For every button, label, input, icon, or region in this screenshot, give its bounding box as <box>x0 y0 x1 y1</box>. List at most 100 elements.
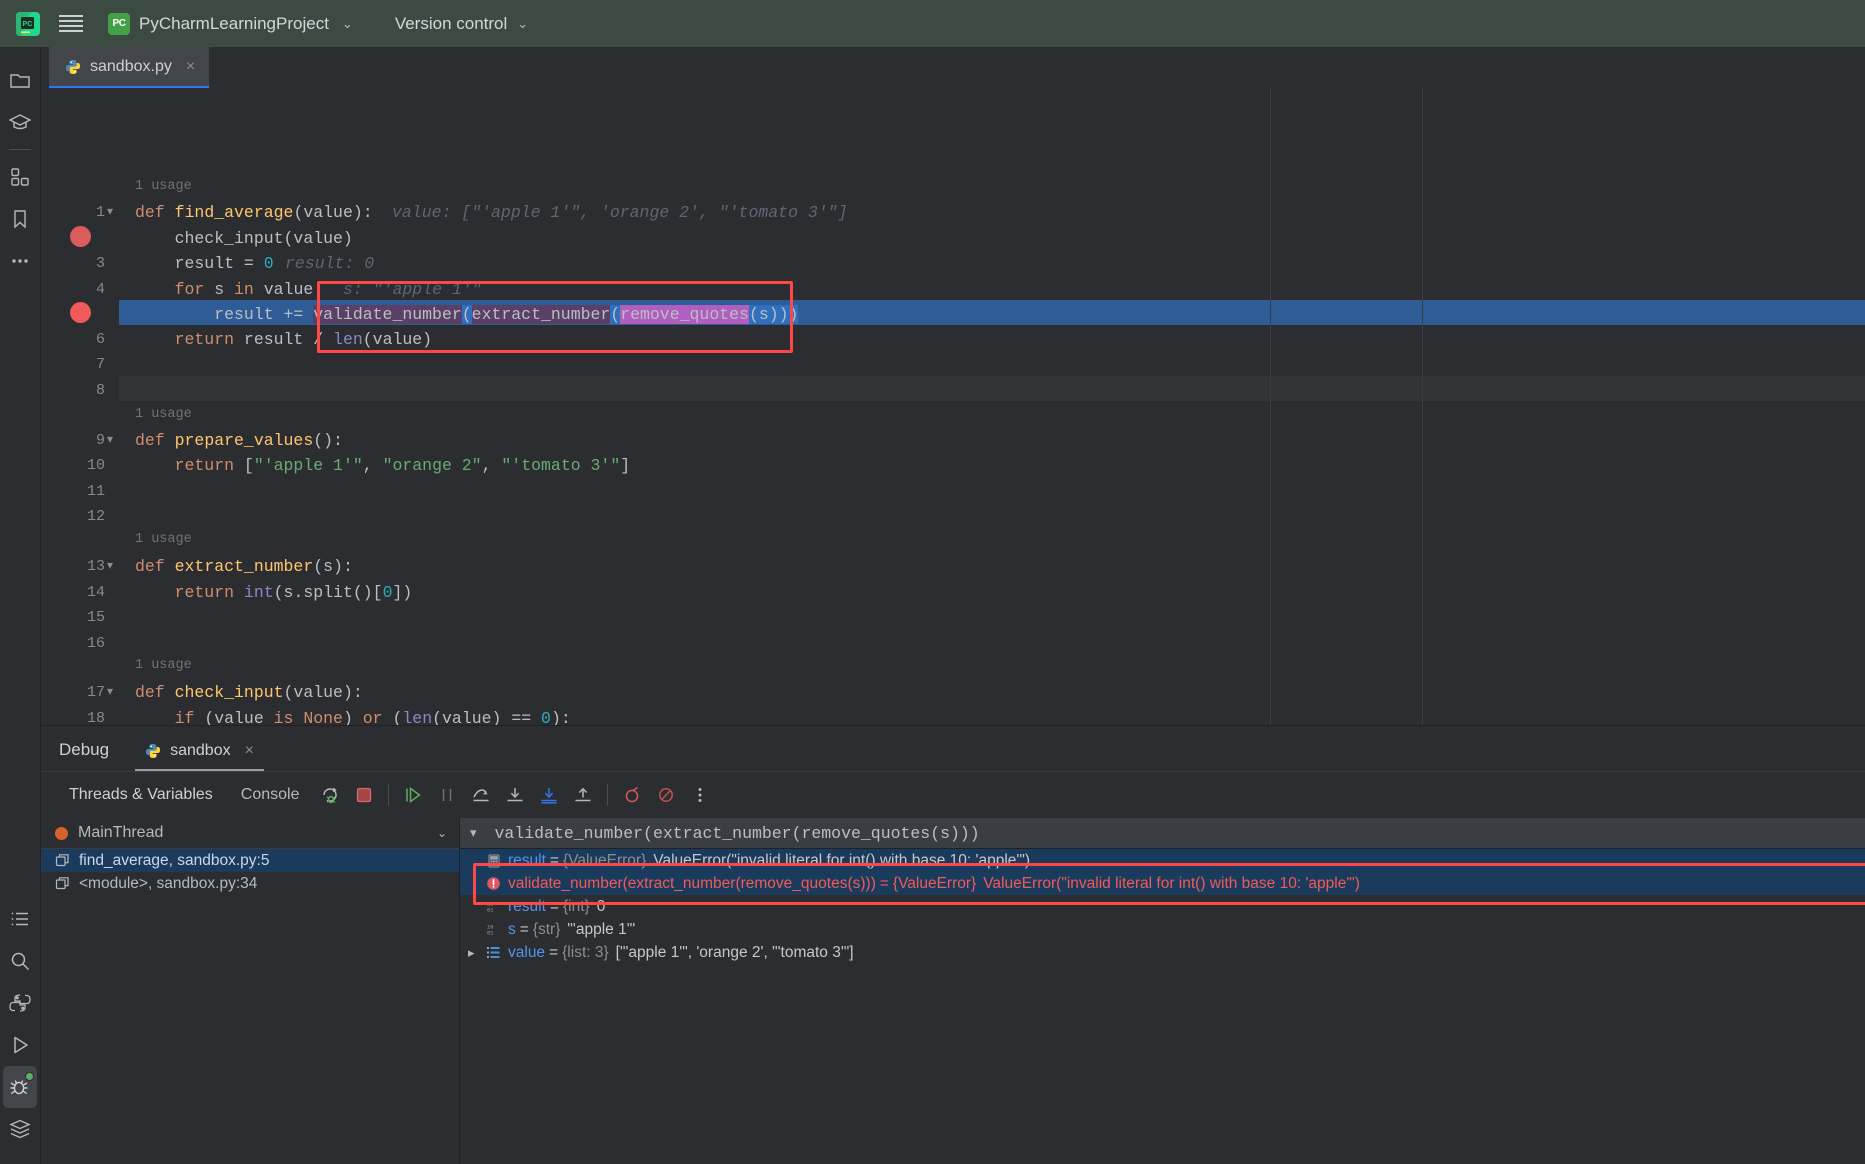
thread-selector[interactable]: MainThread ⌄ <box>41 818 459 849</box>
code-line-5: result += validate_number(extract_number… <box>135 305 799 324</box>
variable-row-evaluated-expression[interactable]: validate_number(extract_number(remove_qu… <box>460 872 1865 895</box>
frame-item-module[interactable]: <module>, sandbox.py:34 <box>41 872 459 895</box>
project-selector[interactable]: PC PyCharmLearningProject ⌄ <box>98 9 363 39</box>
usage-hint[interactable]: 1 usage <box>135 531 192 549</box>
more-options-button[interactable] <box>683 778 717 812</box>
line-number: 1 <box>95 204 105 221</box>
editor-tab-sandbox[interactable]: sandbox.py × <box>49 47 210 88</box>
line-number: 11 <box>86 483 105 500</box>
line-number: 18 <box>86 710 105 725</box>
hamburger-menu-icon[interactable] <box>48 0 94 47</box>
version-control-label: Version control <box>394 13 508 33</box>
stack-frame-icon <box>55 854 69 867</box>
svg-text:01: 01 <box>487 931 493 937</box>
tab-threads-and-variables[interactable]: Threads & Variables <box>55 780 227 810</box>
step-over-button[interactable] <box>464 778 498 812</box>
debug-content: MainThread ⌄ find_average, sandbox.py:5 <box>41 818 1865 1164</box>
fold-arrow-icon[interactable]: ▾ <box>107 680 113 705</box>
close-icon[interactable]: × <box>245 742 254 760</box>
bookmarks-tool-icon[interactable] <box>3 198 37 240</box>
python-file-icon <box>66 59 80 74</box>
view-breakpoints-button[interactable] <box>615 778 649 812</box>
variable-name: s <box>508 920 516 938</box>
stop-button[interactable] <box>347 778 381 812</box>
project-name: PyCharmLearningProject <box>139 13 329 33</box>
code-line-3: result = 0 <box>135 254 274 273</box>
more-tool-icon[interactable] <box>3 240 37 282</box>
variable-value: ValueError("invalid literal for int() wi… <box>983 874 1360 892</box>
inlay-hint-result: result: 0 <box>285 254 375 273</box>
title-bar: PC PC PyCharmLearningProject ⌄ Version c… <box>0 0 1865 47</box>
line-number: 16 <box>86 635 105 652</box>
debug-tool-icon[interactable] <box>3 1066 37 1108</box>
editor-right-margin-line <box>1270 88 1271 725</box>
variable-row-s[interactable]: 10 01 s = {str} "'apple 1'" <box>460 918 1865 941</box>
error-icon <box>486 876 501 891</box>
learn-tool-icon[interactable] <box>3 101 37 143</box>
search-tool-icon[interactable] <box>3 940 37 982</box>
step-into-button[interactable] <box>498 778 532 812</box>
editor-tab-label: sandbox.py <box>90 57 172 75</box>
variable-row-result[interactable]: 10 01 result = {int} 0 <box>460 895 1865 918</box>
expand-arrow-icon[interactable]: ▸ <box>468 945 475 961</box>
mute-breakpoints-button[interactable] <box>649 778 683 812</box>
chevron-down-icon[interactable]: ▾ <box>470 826 477 841</box>
binary-icon: 10 01 <box>486 922 501 937</box>
code-line-1: def find_average(value): <box>135 203 373 222</box>
rerun-debug-button[interactable] <box>313 778 347 812</box>
fold-arrow-icon[interactable]: ▾ <box>107 428 113 453</box>
debug-session-tab[interactable]: sandbox × <box>135 742 264 771</box>
close-icon[interactable]: × <box>186 58 195 76</box>
fold-arrow-icon[interactable]: ▾ <box>107 200 113 225</box>
binary-icon: 10 01 <box>486 899 501 914</box>
usage-hint[interactable]: 1 usage <box>135 657 192 675</box>
fold-arrow-icon[interactable]: ▾ <box>107 554 113 579</box>
code-text-area[interactable]: 1 usage 1 usage 1 usage 1 usage def find… <box>119 88 1865 725</box>
tab-console[interactable]: Console <box>227 780 314 810</box>
variable-type: {ValueError} <box>892 874 977 892</box>
structure-tool-icon[interactable] <box>3 156 37 198</box>
frame-item-find-average[interactable]: find_average, sandbox.py:5 <box>41 849 459 872</box>
force-step-into-button[interactable] <box>532 778 566 812</box>
equals-sign: = <box>879 874 889 892</box>
frame-label: find_average, sandbox.py:5 <box>79 851 270 869</box>
chevron-down-icon: ⌄ <box>341 15 353 31</box>
stack-frame-icon <box>55 877 69 890</box>
variable-row-value[interactable]: ▸ value = {list: 3} ["'apple 1'", 'orang… <box>460 941 1865 964</box>
left-tool-rail <box>0 47 41 1164</box>
chevron-down-icon[interactable]: ⌄ <box>437 826 447 840</box>
run-tool-icon[interactable] <box>3 1024 37 1066</box>
variables-panel[interactable]: ▾ validate_number(extract_number(remove_… <box>460 818 1865 1164</box>
project-badge: PC <box>108 12 130 35</box>
pause-program-button[interactable] <box>430 778 464 812</box>
caret-line-highlight <box>119 376 1865 402</box>
project-tool-icon[interactable] <box>3 59 37 101</box>
list-icon <box>486 945 501 960</box>
debug-header: Debug sandbox × <box>41 726 1865 772</box>
todo-tool-icon[interactable] <box>3 898 37 940</box>
variable-row-result-error[interactable]: result = {ValueError} ValueError("invali… <box>460 849 1865 872</box>
line-number: 4 <box>95 281 105 298</box>
breakpoint-marker-line2[interactable] <box>70 226 91 247</box>
step-out-button[interactable] <box>566 778 600 812</box>
code-line-14: return int(s.split()[0]) <box>135 583 413 602</box>
pycharm-logo-icon: PC <box>8 0 48 47</box>
svg-text:PC: PC <box>23 21 33 28</box>
evaluated-expression-header[interactable]: ▾ validate_number(extract_number(remove_… <box>460 818 1865 849</box>
thread-label: MainThread <box>78 824 164 841</box>
version-control-selector[interactable]: Version control ⌄ <box>385 10 538 38</box>
pycharm-window: PC PC PyCharmLearningProject ⌄ Version c… <box>0 0 1865 1164</box>
code-line-2: check_input(value) <box>135 229 353 248</box>
usage-hint[interactable]: 1 usage <box>135 406 192 424</box>
frames-panel[interactable]: MainThread ⌄ find_average, sandbox.py:5 <box>41 818 460 1164</box>
breakpoint-marker-line5[interactable] <box>70 302 91 323</box>
usage-hint[interactable]: 1 usage <box>135 178 192 196</box>
editor-gutter[interactable]: 1 3 4 6 7 8 9 10 11 12 13 14 15 16 17 18… <box>41 88 119 725</box>
services-tool-icon[interactable] <box>3 1108 37 1150</box>
variable-value: "'apple 1'" <box>567 920 636 938</box>
python-packages-tool-icon[interactable] <box>3 982 37 1024</box>
code-editor[interactable]: 1 3 4 6 7 8 9 10 11 12 13 14 15 16 17 18… <box>41 88 1865 725</box>
inlay-hint-s: s: "'apple 1'" <box>343 280 482 299</box>
resume-program-button[interactable] <box>396 778 430 812</box>
equals-sign: = <box>549 897 559 915</box>
